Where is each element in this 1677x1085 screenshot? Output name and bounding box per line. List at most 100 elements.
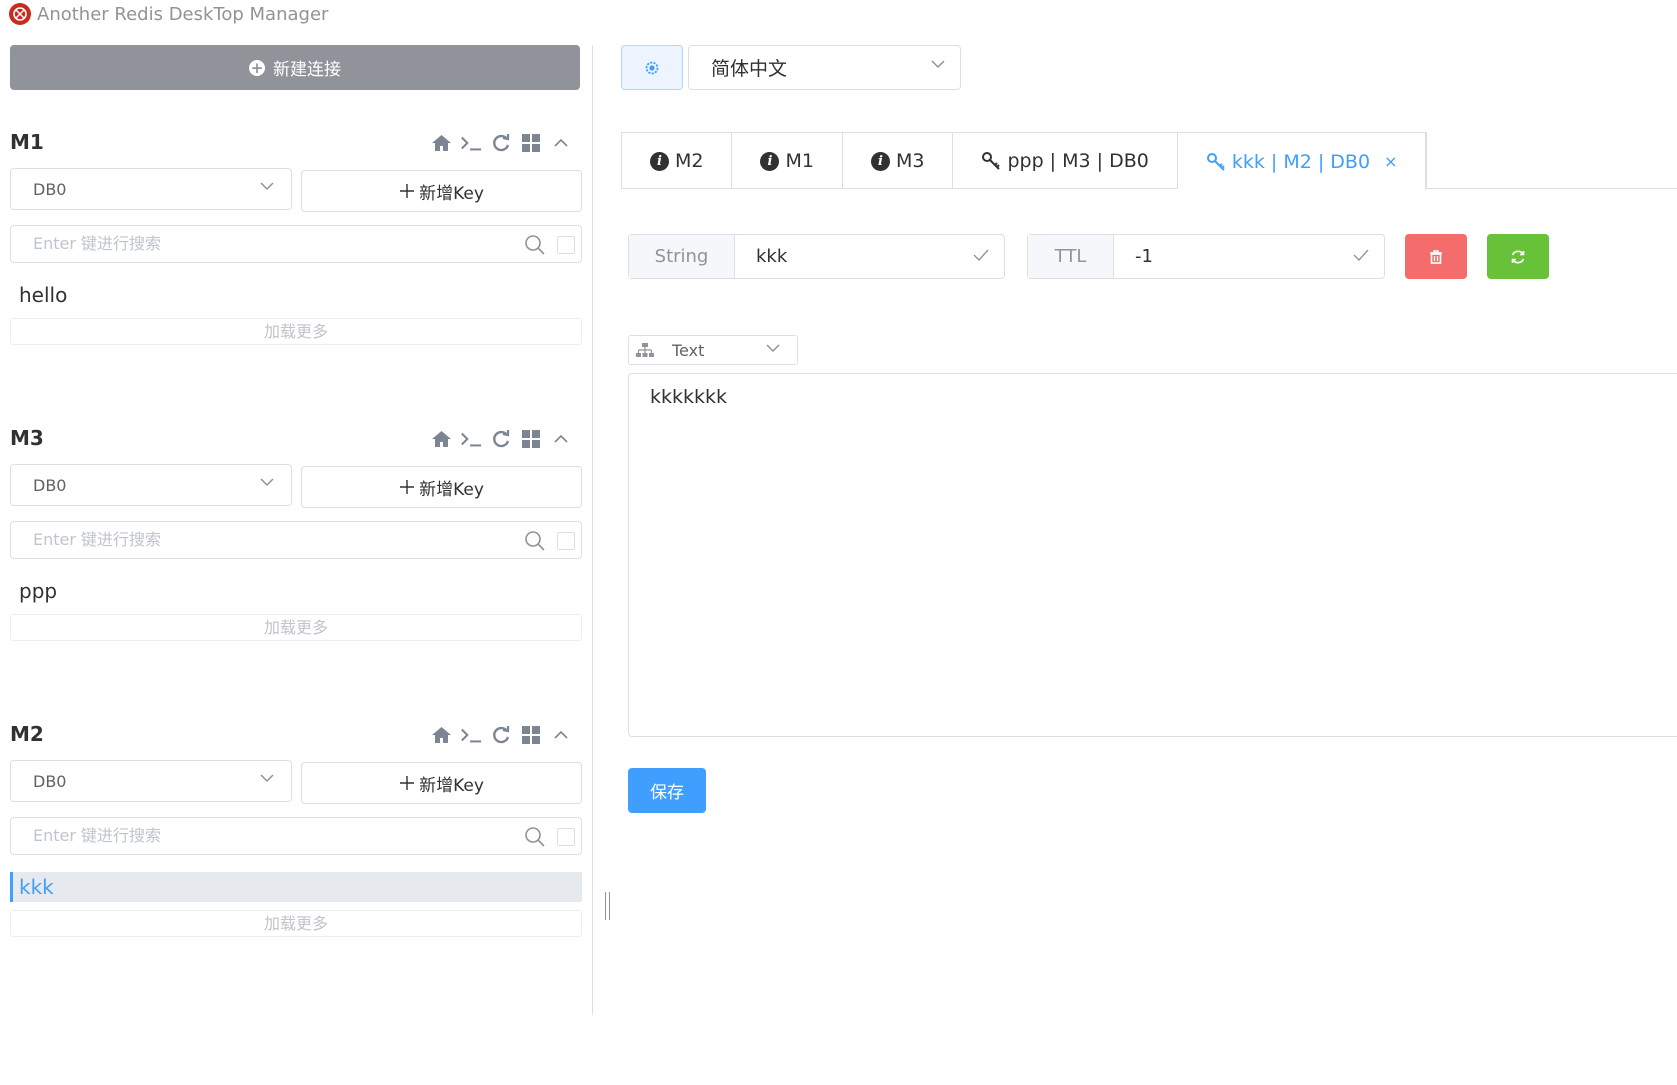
connection-name: M2 [10, 722, 44, 746]
check-icon[interactable] [972, 248, 990, 262]
collapse-icon[interactable] [550, 132, 572, 154]
connection-name: M3 [10, 426, 44, 450]
refresh-icon [1511, 250, 1525, 263]
db-select-value: DB0 [33, 771, 67, 791]
search-icon[interactable] [524, 234, 546, 256]
key-search [10, 817, 582, 855]
key-list-item[interactable]: hello [10, 280, 582, 310]
collapse-icon[interactable] [550, 428, 572, 450]
tab-key-ppp[interactable]: ppp | M3 | DB0 [953, 133, 1178, 189]
add-key-label: 新增Key [419, 775, 484, 796]
tab-bar-line [621, 188, 1677, 189]
connection-name: M1 [10, 130, 44, 154]
trash-icon [1430, 249, 1442, 264]
key-search [10, 225, 582, 263]
connection-panel-m2: M2 DB0 新增Key kkk 加载更多 [10, 720, 582, 937]
load-more-button[interactable]: 加载更多 [10, 910, 582, 937]
chevron-down-icon [766, 344, 780, 353]
grid-icon[interactable] [520, 132, 542, 154]
plus-icon [400, 184, 415, 198]
title-bar: Another Redis DeskTop Manager [0, 0, 1677, 28]
key-search-input[interactable] [33, 530, 503, 549]
ttl-label: TTL [1028, 235, 1114, 278]
key-name-value: kkk [756, 246, 788, 267]
grid-icon[interactable] [520, 428, 542, 450]
terminal-icon[interactable] [460, 132, 482, 154]
terminal-icon[interactable] [460, 428, 482, 450]
ttl-value: -1 [1135, 246, 1153, 267]
add-key-button[interactable]: 新增Key [301, 466, 582, 508]
plus-icon [400, 480, 415, 494]
ttl-input[interactable]: -1 [1114, 235, 1384, 278]
db-select[interactable]: DB0 [10, 464, 292, 506]
chevron-down-icon [260, 182, 274, 191]
tab-label: M2 [675, 150, 704, 172]
gear-icon [645, 61, 659, 74]
load-more-button[interactable]: 加载更多 [10, 614, 582, 641]
chevron-down-icon [260, 774, 274, 783]
tab-key-kkk[interactable]: kkk | M2 | DB0 × [1177, 133, 1427, 190]
plus-circle-icon: + [249, 58, 265, 77]
value-editor[interactable]: kkkkkkk [628, 373, 1677, 737]
info-icon: i [760, 151, 780, 171]
ttl-group: TTL -1 [1027, 234, 1385, 279]
load-more-button[interactable]: 加载更多 [10, 318, 582, 345]
key-search-input[interactable] [33, 826, 503, 845]
save-button[interactable]: 保存 [628, 768, 706, 813]
language-select[interactable]: 简体中文 [688, 45, 961, 90]
refresh-icon[interactable] [490, 132, 512, 154]
info-icon: i [870, 151, 890, 171]
key-search [10, 521, 582, 559]
tab-m3[interactable]: i M3 [842, 133, 954, 189]
delete-key-button[interactable] [1405, 234, 1467, 279]
exact-search-checkbox[interactable] [557, 532, 575, 550]
grid-icon[interactable] [520, 724, 542, 746]
refresh-icon[interactable] [490, 428, 512, 450]
exact-search-checkbox[interactable] [557, 828, 575, 846]
tab-label: kkk | M2 | DB0 [1231, 150, 1371, 173]
key-icon [1206, 152, 1225, 171]
home-icon[interactable] [430, 724, 452, 746]
key-name-group: String kkk [628, 234, 1005, 279]
collapse-icon[interactable] [550, 724, 572, 746]
tab-m2[interactable]: i M2 [622, 133, 733, 189]
home-icon[interactable] [430, 132, 452, 154]
new-connection-label: 新建连接 [273, 60, 341, 80]
key-list-item[interactable]: ppp [10, 576, 582, 606]
tab-m1[interactable]: i M1 [732, 133, 843, 189]
add-key-button[interactable]: 新增Key [301, 762, 582, 804]
search-icon[interactable] [524, 530, 546, 552]
exact-search-checkbox[interactable] [557, 236, 575, 254]
add-key-label: 新增Key [419, 183, 484, 204]
view-format-select[interactable]: Text [628, 335, 798, 365]
check-icon[interactable] [1352, 248, 1370, 262]
chevron-down-icon [260, 478, 274, 487]
redis-logo-icon [9, 3, 31, 25]
new-connection-button[interactable]: + 新建连接 [10, 45, 580, 90]
tab-label: ppp | M3 | DB0 [1007, 150, 1149, 172]
db-select[interactable]: DB0 [10, 760, 292, 802]
main-panel: 简体中文 i M2 i M1 i M3 ppp | M3 | DB0 kkk |… [593, 28, 1677, 1085]
db-select[interactable]: DB0 [10, 168, 292, 210]
key-list-item-selected[interactable]: kkk [10, 872, 582, 902]
connection-panel-m3: M3 DB0 新增Key ppp 加载更多 [10, 424, 582, 641]
key-name-input[interactable]: kkk [735, 235, 1004, 278]
home-icon[interactable] [430, 428, 452, 450]
view-format-value: Text [672, 340, 705, 360]
tab-label: M3 [895, 150, 925, 172]
info-icon: i [650, 151, 669, 171]
close-icon[interactable]: × [1384, 152, 1397, 171]
settings-button[interactable] [621, 45, 683, 90]
tab-bar: i M2 i M1 i M3 ppp | M3 | DB0 kkk | M2 |… [621, 132, 1428, 190]
language-select-value: 简体中文 [711, 58, 788, 80]
refresh-icon[interactable] [490, 724, 512, 746]
terminal-icon[interactable] [460, 724, 482, 746]
connection-panel-m1: M1 DB0 新增Key hello 加载更多 [10, 128, 582, 345]
key-search-input[interactable] [33, 234, 503, 253]
value-text: kkkkkkk [650, 386, 728, 408]
db-select-value: DB0 [33, 179, 67, 199]
add-key-label: 新增Key [419, 479, 484, 500]
refresh-key-button[interactable] [1487, 234, 1549, 279]
search-icon[interactable] [524, 826, 546, 848]
add-key-button[interactable]: 新增Key [301, 170, 582, 212]
